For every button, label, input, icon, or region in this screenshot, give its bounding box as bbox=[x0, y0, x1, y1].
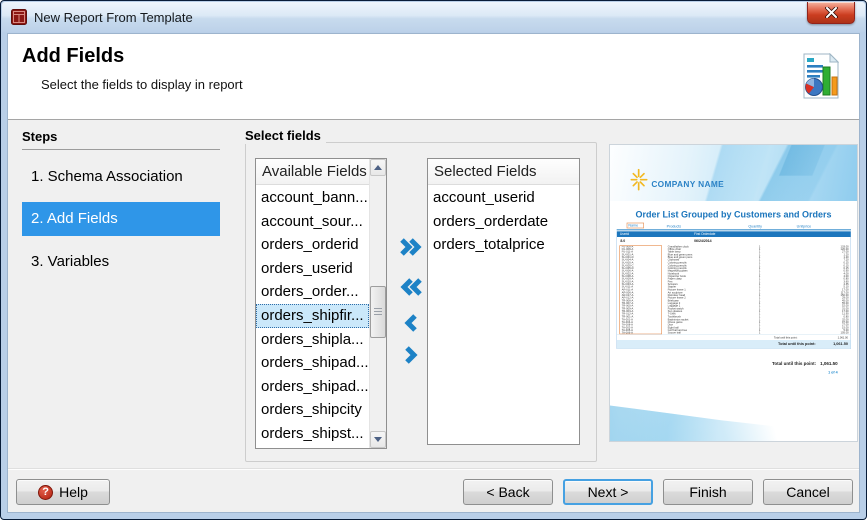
select-fields-group-label: Select fields bbox=[245, 128, 326, 144]
step-item[interactable]: 1. Schema Association bbox=[22, 164, 220, 189]
step-item[interactable]: 2. Add Fields bbox=[22, 202, 220, 236]
help-icon: ? bbox=[38, 485, 53, 500]
chevron-left-icon bbox=[403, 314, 419, 332]
preview-page: COMPANY NAME Order List Grouped by Custo… bbox=[610, 145, 857, 441]
selected-fields-rows: account_userid orders_orderdate orders_t… bbox=[428, 186, 579, 444]
report-chart-icon bbox=[803, 53, 839, 99]
wizard-header: Add Fields Select the fields to display … bbox=[8, 34, 859, 120]
preview-col-products: Products bbox=[667, 224, 681, 228]
available-field-item[interactable]: orders_order... bbox=[256, 280, 369, 304]
preview-group-userid: 8.0 bbox=[620, 239, 625, 243]
arrow-down-icon bbox=[374, 437, 382, 442]
available-field-item[interactable]: orders_userid bbox=[256, 257, 369, 281]
preview-col-name: Name bbox=[627, 223, 644, 229]
available-fields-rows: account_bann... account_sour... orders_o… bbox=[256, 186, 369, 448]
company-name: COMPANY NAME bbox=[651, 180, 724, 190]
help-button[interactable]: ? Help bbox=[16, 479, 110, 505]
dialog-body: Add Fields Select the fields to display … bbox=[7, 33, 860, 513]
preview-group-row: 8.0 06/24/2014 bbox=[617, 237, 851, 245]
available-field-item[interactable]: account_bann... bbox=[256, 186, 369, 210]
preview-totalband-label: Total until this point: bbox=[778, 340, 816, 348]
selected-field-item[interactable]: account_userid bbox=[428, 186, 579, 210]
available-field-item[interactable]: orders_orderid bbox=[256, 233, 369, 257]
preview-band-left: Userid bbox=[620, 232, 629, 236]
scrollbar-thumb[interactable] bbox=[370, 286, 386, 338]
move-all-right-button[interactable] bbox=[396, 234, 426, 260]
double-chevron-left-icon bbox=[399, 278, 423, 296]
selected-fields-list: Selected Fields account_userid orders_or… bbox=[427, 158, 580, 445]
page-subtitle: Select the fields to display in report bbox=[41, 77, 243, 92]
preview-grand-total: Total until this point: 1,061.50 bbox=[772, 361, 838, 366]
move-all-left-button[interactable] bbox=[396, 274, 426, 300]
window-title: New Report From Template bbox=[34, 10, 193, 25]
titlebar[interactable]: New Report From Template bbox=[2, 2, 865, 32]
finish-button[interactable]: Finish bbox=[663, 479, 753, 505]
preview-grand-total-value: 1,061.50 bbox=[820, 361, 838, 366]
available-field-item[interactable]: orders_shipfir... bbox=[256, 304, 369, 328]
preview-column-headers: Name Products Quantity Unitprice bbox=[617, 223, 851, 230]
close-icon bbox=[825, 7, 838, 18]
preview-banner-accent bbox=[750, 145, 857, 176]
scroll-down-button[interactable] bbox=[370, 431, 386, 448]
available-field-item[interactable]: orders_shipad... bbox=[256, 351, 369, 375]
double-chevron-right-icon bbox=[399, 238, 423, 256]
arrow-up-icon bbox=[374, 165, 382, 170]
available-field-item[interactable]: orders_shipcity bbox=[256, 398, 369, 422]
preview-footer-wave bbox=[610, 398, 857, 441]
preview-page-indicator: 1 of 4 bbox=[828, 370, 838, 374]
available-fields-list: Available Fields account_bann... account… bbox=[255, 158, 387, 449]
move-selected-right-button[interactable] bbox=[396, 342, 426, 368]
available-field-item[interactable]: orders_shipzip bbox=[256, 446, 369, 448]
cancel-button[interactable]: Cancel bbox=[763, 479, 853, 505]
preview-grand-total-label: Total until this point: bbox=[772, 361, 816, 366]
chevron-right-icon bbox=[403, 346, 419, 364]
steps-list: 1. Schema Association 2. Add Fields 3. V… bbox=[22, 164, 220, 287]
available-field-item[interactable]: account_sour... bbox=[256, 210, 369, 234]
move-selected-left-button[interactable] bbox=[396, 310, 426, 336]
available-fields-scrollbar[interactable] bbox=[369, 159, 386, 448]
dialog-new-report-from-template: New Report From Template Add Fields Sele… bbox=[0, 0, 867, 520]
footer-divider bbox=[8, 468, 859, 469]
preview-group-date: 06/24/2014 bbox=[694, 237, 712, 245]
back-button[interactable]: < Back bbox=[463, 479, 553, 505]
app-icon bbox=[11, 9, 27, 25]
preview-total-band: Total until this point: 1,061.50 bbox=[617, 340, 851, 348]
help-button-label: Help bbox=[59, 484, 88, 500]
next-button[interactable]: Next > bbox=[563, 479, 653, 505]
scroll-up-button[interactable] bbox=[370, 159, 386, 176]
preview-col-unitprice: Unitprice bbox=[797, 224, 811, 228]
company-logo-icon bbox=[629, 168, 649, 192]
step-item[interactable]: 3. Variables bbox=[22, 249, 220, 274]
page-title: Add Fields bbox=[22, 45, 124, 68]
selected-field-item[interactable]: orders_totalprice bbox=[428, 233, 579, 257]
selected-fields-header: Selected Fields bbox=[428, 159, 579, 185]
available-field-item[interactable]: orders_shipad... bbox=[256, 375, 369, 399]
preview-col-quantity: Quantity bbox=[748, 224, 762, 228]
available-field-item[interactable]: orders_shipst... bbox=[256, 422, 369, 446]
close-button[interactable] bbox=[807, 2, 855, 24]
preview-rows: FU-006-A Grandfather clock 1 133.00 FU-0… bbox=[617, 245, 851, 334]
preview-totalband-value: 1,061.50 bbox=[833, 340, 848, 348]
preview-table: Userid First Orderdate 8.0 06/24/2014 FU… bbox=[617, 231, 851, 348]
preview-report-title: Order List Grouped by Customers and Orde… bbox=[610, 210, 857, 220]
selected-field-item[interactable]: orders_orderdate bbox=[428, 210, 579, 234]
report-preview-thumbnail: COMPANY NAME Order List Grouped by Custo… bbox=[610, 145, 857, 441]
steps-divider bbox=[22, 149, 220, 150]
available-field-item[interactable]: orders_shipla... bbox=[256, 328, 369, 352]
available-fields-header: Available Fields bbox=[256, 159, 369, 185]
steps-title: Steps bbox=[22, 129, 57, 144]
